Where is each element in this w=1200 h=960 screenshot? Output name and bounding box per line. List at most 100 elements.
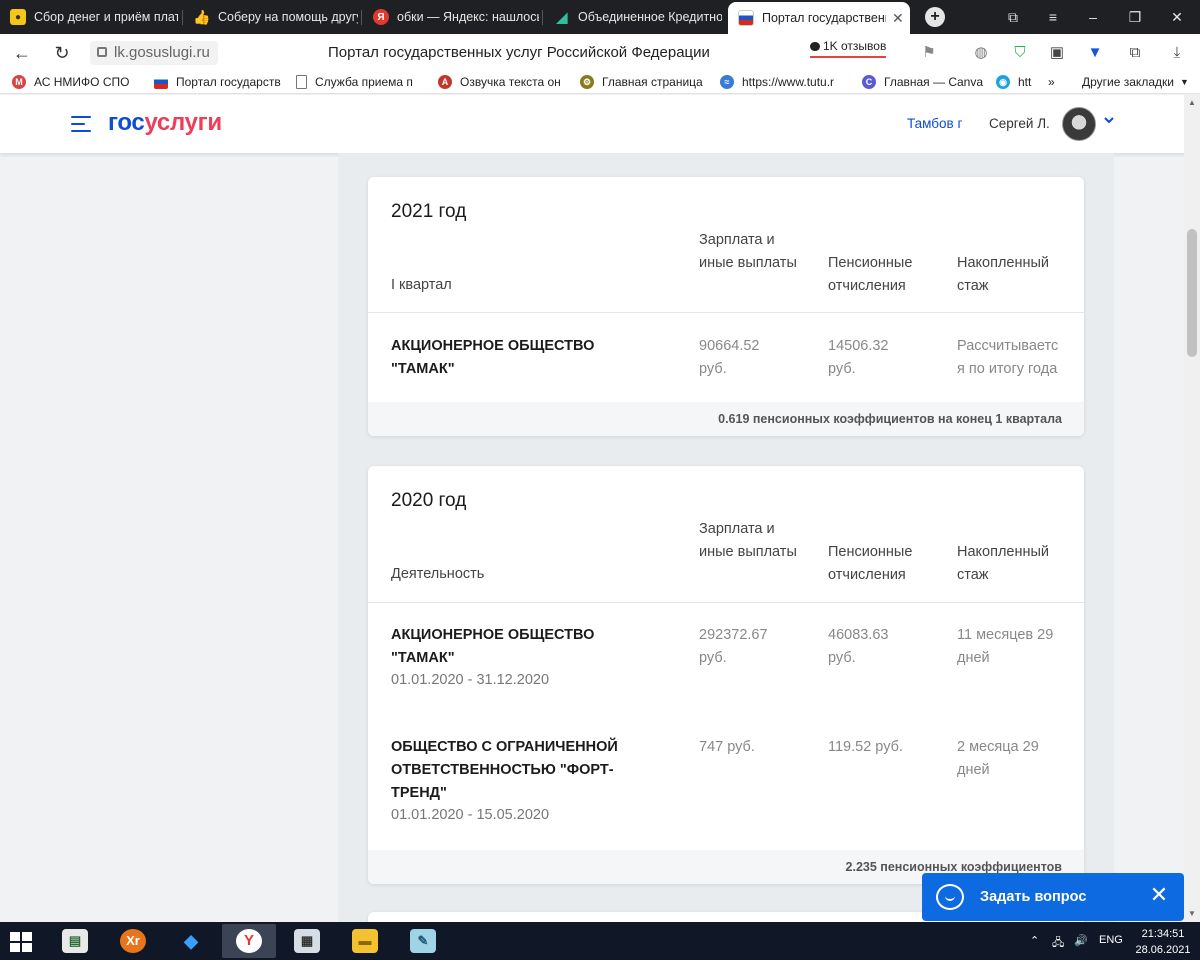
reviews-badge[interactable]: 1K отзывов — [810, 39, 887, 58]
pension-column-header: Пенсионные отчисления — [828, 255, 913, 294]
address-bar: ← ↻ lk.gosuslugi.ru Портал государственн… — [0, 34, 1200, 72]
divider — [368, 602, 1084, 603]
employment-period: 01.01.2020 - 31.12.2020 — [391, 672, 550, 688]
bookmark-item[interactable]: ≈ https://www.tutu.r — [720, 75, 848, 89]
page-scrollbar[interactable]: ▲ ▼ — [1184, 95, 1200, 922]
globe-icon[interactable]: ◍ — [970, 42, 992, 64]
experience-value: 11 месяцев 29 дней — [957, 627, 1054, 666]
gosuslugi-logo[interactable]: госуслуги — [108, 109, 222, 137]
salary-value: 292372.67 руб. — [699, 627, 768, 666]
minimize-button[interactable]: – — [1073, 0, 1113, 34]
bird-icon[interactable]: ▼ — [1084, 42, 1106, 64]
clock-date: 28.06.2021 — [1135, 944, 1191, 956]
bookmark-item[interactable]: ◉ htt — [996, 75, 1036, 89]
employer-name: АКЦИОНЕРНОЕ ОБЩЕСТВО "ТАМАК" — [391, 338, 595, 377]
browser-tab-strip: ● Сбор денег и приём плат 👍 Соберу на по… — [0, 0, 1200, 34]
bookmark-item[interactable]: C Главная — Canva — [862, 75, 986, 89]
bookmark-item[interactable]: ⚙ Главная страница — [580, 75, 706, 89]
bookmark-item[interactable]: Служба приема п — [296, 75, 422, 89]
browser-tab[interactable]: ◢ Объединенное Кредитно — [544, 0, 722, 34]
gem-icon: ◆ — [184, 931, 198, 951]
reload-icon[interactable]: ↻ — [50, 41, 74, 65]
collections-icon[interactable]: ⧉ — [1124, 42, 1146, 64]
new-tab-button[interactable]: + — [925, 7, 945, 27]
hamburger-menu-icon[interactable] — [71, 116, 91, 132]
ask-question-label: Задать вопрос — [980, 889, 1087, 905]
russia-flag-icon — [738, 10, 754, 26]
close-tab-icon[interactable]: ✕ — [892, 10, 904, 27]
avatar[interactable] — [1062, 107, 1096, 141]
salary-column-header: Зарплата и иные выплаты — [699, 521, 797, 560]
taskbar-app[interactable]: ◆ — [164, 924, 218, 958]
chevron-down-icon[interactable] — [1102, 113, 1116, 127]
document-icon — [296, 75, 307, 89]
pension-coefficient-summary: 0.619 пенсионных коэффициентов на конец … — [368, 402, 1084, 436]
folder-icon: ▬ — [352, 929, 378, 953]
clock-time: 21:34:51 — [1141, 928, 1185, 940]
file-explorer-icon: ▤ — [62, 929, 88, 953]
experience-column-header: Накопленный стаж — [957, 544, 1050, 583]
bookmarks-bar: M АС НМИФО СПО Портал государств Служба п… — [0, 72, 1200, 94]
okb-icon: ◢ — [556, 8, 568, 25]
salary-value: 747 руб. — [699, 739, 755, 755]
yellow-badge-icon: ● — [10, 9, 26, 25]
taskbar-app[interactable]: ▬ — [338, 924, 392, 958]
caret-down-icon: ▼ — [1179, 77, 1189, 87]
back-arrow-icon[interactable]: ← — [10, 41, 34, 65]
tab-title: обки — Яндекс: нашлось — [397, 10, 539, 24]
experience-column-header: Накопленный стаж — [957, 255, 1050, 294]
nmifo-icon: M — [12, 75, 26, 89]
bookmark-item[interactable]: A Озвучка текста он — [438, 75, 564, 89]
employer-name: АКЦИОНЕРНОЕ ОБЩЕСТВО "ТАМАК" — [391, 627, 595, 666]
menu-icon[interactable]: ≡ — [1033, 0, 1073, 34]
thumbs-up-icon: 👍 — [193, 8, 211, 25]
language-indicator[interactable]: ENG — [1099, 934, 1123, 946]
divider — [368, 312, 1084, 313]
bookmark-item[interactable]: Портал государств — [154, 75, 282, 89]
yandex-icon: Я — [373, 9, 389, 25]
other-bookmarks[interactable]: Другие закладки ▼ — [1082, 75, 1189, 89]
russia-flag-icon — [154, 75, 168, 89]
period-label: I квартал — [391, 277, 452, 293]
user-name[interactable]: Сергей Л. — [989, 116, 1050, 131]
maximize-button[interactable]: ❐ — [1115, 0, 1155, 34]
browser-tab[interactable]: Я обки — Яндекс: нашлось — [363, 0, 539, 34]
year-card-2020: 2020 год Деятельность Зарплата и иные вы… — [368, 466, 1084, 884]
more-bookmarks-icon[interactable]: » — [1048, 75, 1055, 89]
card-year-title: 2021 год — [391, 201, 467, 222]
browser-tab[interactable]: ● Сбор денег и приём плат — [0, 0, 178, 34]
volume-icon[interactable]: 🔊 — [1074, 934, 1088, 947]
url-field[interactable]: lk.gosuslugi.ru — [90, 41, 218, 65]
tutu-icon: ≈ — [720, 75, 734, 89]
scroll-thumb[interactable] — [1187, 229, 1197, 357]
extension-icon[interactable]: ▣ — [1046, 42, 1068, 64]
web-icon: ◉ — [996, 75, 1010, 89]
tabs-list-icon[interactable]: ⧉ — [993, 0, 1033, 34]
browser-tab[interactable]: 👍 Соберу на помощь другу — [184, 0, 358, 34]
windows-start-icon[interactable] — [10, 932, 32, 952]
tab-title: Портал государственн — [762, 11, 886, 25]
browser-tab-active[interactable]: Портал государственн ✕ — [728, 2, 910, 34]
ask-question-widget[interactable]: Задать вопрос ✕ — [922, 873, 1184, 921]
voice-icon: A — [438, 75, 452, 89]
taskbar-app[interactable]: ▤ — [48, 924, 102, 958]
windows-taskbar: ▤ Xr ◆ Y ▦ ▬ ✎ ⌃ 🖧 🔊 ENG 21:34:51 28.06.… — [0, 922, 1200, 960]
scroll-up-icon[interactable]: ▲ — [1184, 95, 1200, 111]
clock[interactable]: 21:34:51 28.06.2021 — [1128, 926, 1198, 958]
taskbar-app[interactable]: ▦ — [280, 924, 334, 958]
bookmark-item[interactable]: M АС НМИФО СПО — [12, 75, 140, 89]
shield-icon[interactable]: ⛉ — [1009, 42, 1031, 64]
taskbar-app-active[interactable]: Y — [222, 924, 276, 958]
bookmark-icon[interactable]: ⚑ — [918, 42, 940, 64]
close-icon[interactable]: ✕ — [1148, 884, 1170, 906]
region-link[interactable]: Тамбов г — [907, 116, 962, 131]
download-icon[interactable]: ⤓ — [1166, 42, 1188, 64]
scroll-down-icon[interactable]: ▼ — [1184, 906, 1200, 922]
chat-bubble-icon — [810, 42, 820, 51]
chevron-up-icon[interactable]: ⌃ — [1030, 934, 1039, 947]
taskbar-app[interactable]: Xr — [106, 924, 160, 958]
close-window-button[interactable]: ✕ — [1157, 0, 1197, 34]
lock-icon — [97, 47, 107, 57]
taskbar-app[interactable]: ✎ — [396, 924, 450, 958]
network-icon[interactable]: 🖧 — [1052, 934, 1064, 953]
